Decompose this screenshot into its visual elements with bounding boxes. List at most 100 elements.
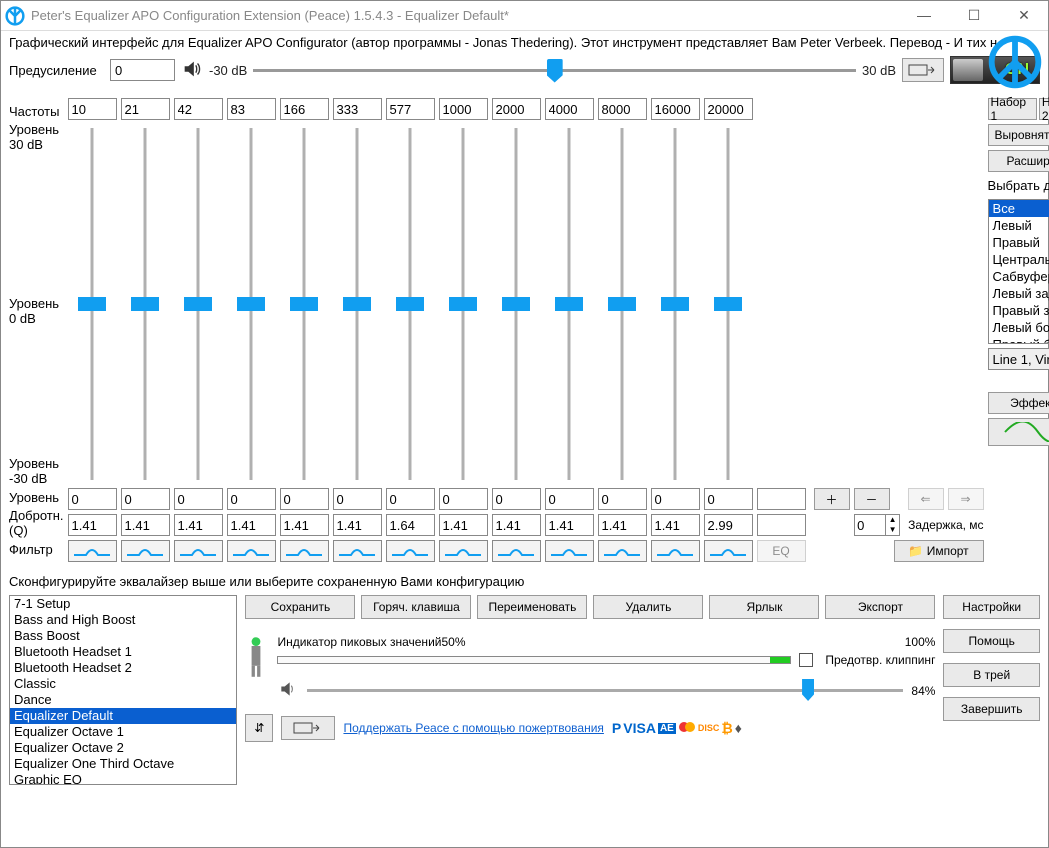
speaker-option[interactable]: Левый (989, 217, 1049, 234)
filter-type-5[interactable] (333, 540, 382, 562)
expand-button[interactable]: Расширить (988, 150, 1049, 172)
speaker-icon[interactable] (181, 58, 203, 83)
maximize-icon[interactable]: ☐ (954, 7, 994, 24)
preset-item[interactable]: Equalizer Octave 1 (10, 724, 236, 740)
level-input-4[interactable] (280, 488, 329, 510)
preset-item[interactable]: Graphic EQ (10, 772, 236, 785)
freq-input-6[interactable] (386, 98, 435, 120)
help-button[interactable]: Помощь (943, 629, 1040, 653)
speaker-option[interactable]: Сабвуфер (989, 268, 1049, 285)
q-input-7[interactable] (439, 514, 488, 536)
minimize-icon[interactable]: — (904, 7, 944, 24)
eq-slider-1[interactable] (121, 124, 170, 484)
speaker-option[interactable]: Центральный (989, 251, 1049, 268)
level-input-0[interactable] (68, 488, 117, 510)
q-input-6[interactable] (386, 514, 435, 536)
eq-slider-4[interactable] (280, 124, 329, 484)
eq-slider-7[interactable] (439, 124, 488, 484)
freq-input-9[interactable] (545, 98, 594, 120)
level-input-7[interactable] (439, 488, 488, 510)
q-input-8[interactable] (492, 514, 541, 536)
q-input-1[interactable] (121, 514, 170, 536)
import-button[interactable]: 📁 Импорт (894, 540, 984, 562)
freq-input-2[interactable] (174, 98, 223, 120)
speaker-option[interactable]: Все (989, 200, 1049, 217)
freq-input-1[interactable] (121, 98, 170, 120)
level-input-8[interactable] (492, 488, 541, 510)
speaker-list[interactable]: ВсеЛевыйПравыйЦентральныйСабвуферЛевый з… (988, 199, 1049, 344)
eq-slider-10[interactable] (598, 124, 647, 484)
q-input-10[interactable] (598, 514, 647, 536)
output-icon[interactable] (902, 58, 944, 82)
level-input-extra[interactable] (757, 488, 806, 510)
sort-updown-icon[interactable]: ⇵ (245, 714, 273, 742)
shortcut-button[interactable]: Ярлык (709, 595, 819, 619)
eq-slider-9[interactable] (545, 124, 594, 484)
filter-type-1[interactable] (121, 540, 170, 562)
clip-checkbox[interactable] (799, 653, 813, 667)
flatten-button[interactable]: Выровнять (988, 124, 1049, 146)
eq-slider-8[interactable] (492, 124, 541, 484)
q-input-9[interactable] (545, 514, 594, 536)
q-input-0[interactable] (68, 514, 117, 536)
remove-band-icon[interactable]: － (854, 488, 890, 510)
level-input-12[interactable] (704, 488, 753, 510)
set-button-1[interactable]: Набор 1 (988, 98, 1037, 120)
eq-slider-6[interactable] (386, 124, 435, 484)
volume-slider[interactable] (307, 689, 903, 692)
speaker-option[interactable]: Правый задний (989, 302, 1049, 319)
speaker-option[interactable]: Правый (989, 234, 1049, 251)
preamp-slider[interactable] (253, 54, 856, 86)
level-input-3[interactable] (227, 488, 276, 510)
preamp-input[interactable] (110, 59, 175, 81)
filter-type-0[interactable] (68, 540, 117, 562)
preset-item[interactable]: Bass and High Boost (10, 612, 236, 628)
preset-item[interactable]: Equalizer Octave 2 (10, 740, 236, 756)
preset-item[interactable]: Bluetooth Headset 1 (10, 644, 236, 660)
speaker-option[interactable]: Правый боковой (989, 336, 1049, 344)
freq-input-12[interactable] (704, 98, 753, 120)
preset-item[interactable]: Bass Boost (10, 628, 236, 644)
preset-item[interactable]: 7-1 Setup (10, 596, 236, 612)
preset-item[interactable]: Equalizer One Third Octave (10, 756, 236, 772)
freq-input-10[interactable] (598, 98, 647, 120)
preset-item[interactable]: Dance (10, 692, 236, 708)
volume-icon[interactable] (277, 679, 299, 702)
eq-slider-5[interactable] (333, 124, 382, 484)
q-input-extra[interactable] (757, 514, 806, 536)
preset-list[interactable]: 7-1 SetupBass and High BoostBass BoostBl… (9, 595, 237, 785)
freq-input-8[interactable] (492, 98, 541, 120)
eq-slider-0[interactable] (68, 124, 117, 484)
save-button[interactable]: Сохранить (245, 595, 355, 619)
filter-type-8[interactable] (492, 540, 541, 562)
level-input-11[interactable] (651, 488, 700, 510)
eq-slider-12[interactable] (704, 124, 753, 484)
filter-type-12[interactable] (704, 540, 753, 562)
filter-type-10[interactable] (598, 540, 647, 562)
rename-button[interactable]: Переименовать (477, 595, 587, 619)
eq-slider-11[interactable] (651, 124, 700, 484)
level-input-2[interactable] (174, 488, 223, 510)
settings-button[interactable]: Настройки (943, 595, 1040, 619)
freq-input-3[interactable] (227, 98, 276, 120)
level-input-10[interactable] (598, 488, 647, 510)
preset-item[interactable]: Equalizer Default (10, 708, 236, 724)
level-input-1[interactable] (121, 488, 170, 510)
filter-type-9[interactable] (545, 540, 594, 562)
set-button-2[interactable]: Набор 2 (1039, 98, 1049, 120)
q-input-3[interactable] (227, 514, 276, 536)
device-select[interactable]: Line 1, Virtual Audio Cable (988, 348, 1049, 370)
preset-item[interactable]: Classic (10, 676, 236, 692)
add-band-icon[interactable]: ＋ (814, 488, 850, 510)
apply-output-icon[interactable] (281, 716, 335, 740)
filter-type-2[interactable] (174, 540, 223, 562)
filter-type-3[interactable] (227, 540, 276, 562)
freq-input-11[interactable] (651, 98, 700, 120)
preset-item[interactable]: Bluetooth Headset 2 (10, 660, 236, 676)
export-button[interactable]: Экспорт (825, 595, 935, 619)
level-input-5[interactable] (333, 488, 382, 510)
speaker-option[interactable]: Левый задний (989, 285, 1049, 302)
freq-input-4[interactable] (280, 98, 329, 120)
analysis-curve-icon[interactable] (988, 418, 1049, 446)
delay-input[interactable]: ▲▼ (854, 514, 900, 536)
